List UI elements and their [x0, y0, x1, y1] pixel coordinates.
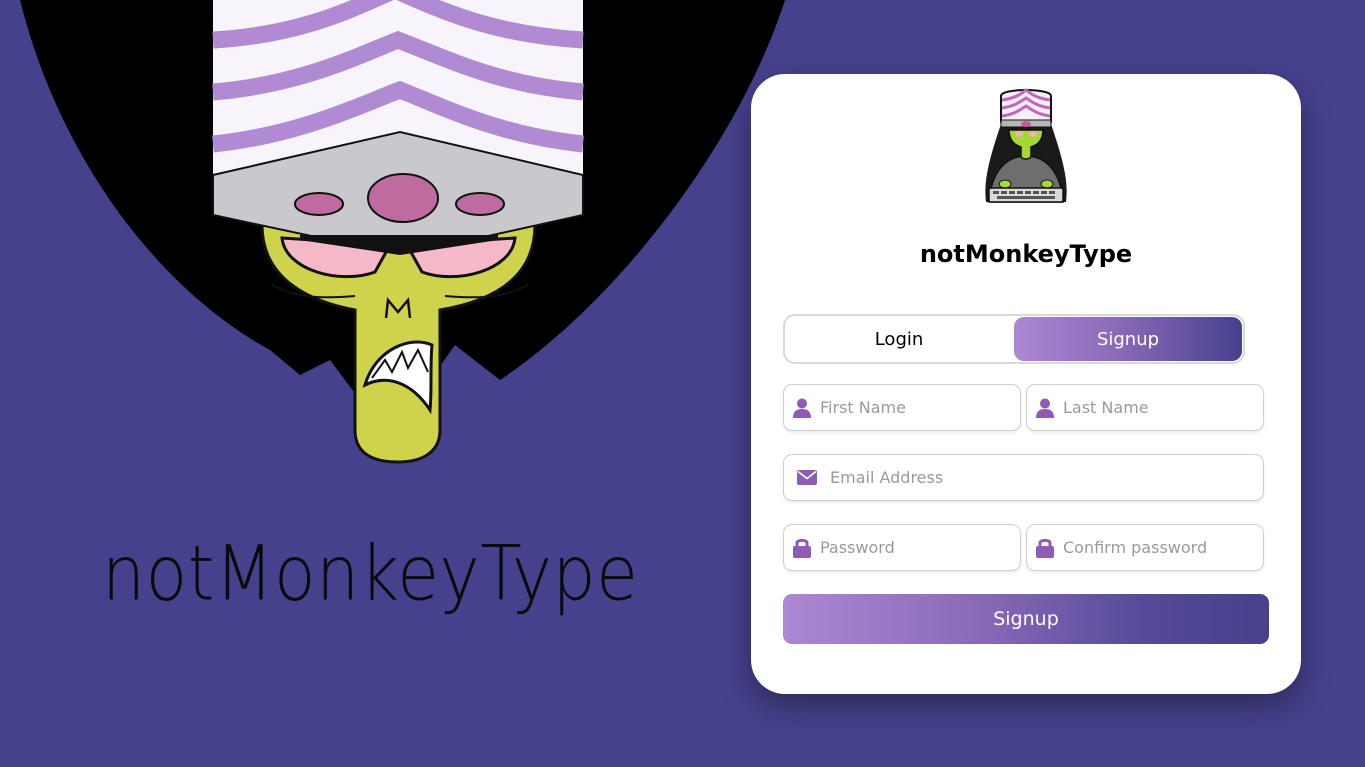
- tab-signup[interactable]: Signup: [1014, 317, 1242, 361]
- password-input[interactable]: [820, 525, 1020, 570]
- first-name-input[interactable]: [820, 385, 1020, 430]
- confirm-password-input[interactable]: [1063, 525, 1263, 570]
- tab-login[interactable]: Login: [785, 316, 1013, 362]
- confirm-password-field[interactable]: [1026, 524, 1264, 571]
- auth-mode-toggle: Login Signup: [783, 314, 1245, 364]
- hero-title: notMonkeyType: [102, 530, 639, 619]
- lock-icon: [784, 537, 820, 558]
- user-icon: [784, 398, 820, 418]
- user-icon: [1027, 398, 1063, 418]
- last-name-input[interactable]: [1063, 385, 1263, 430]
- mojo-jojo-typing-logo: [985, 88, 1067, 203]
- lock-icon: [1027, 537, 1063, 558]
- first-name-field[interactable]: [783, 384, 1021, 431]
- signup-submit-button[interactable]: Signup: [783, 594, 1269, 644]
- email-input[interactable]: [830, 455, 1263, 500]
- email-field[interactable]: [783, 454, 1264, 501]
- mojo-jojo-illustration: [20, 0, 785, 464]
- envelope-icon: [784, 470, 830, 485]
- last-name-field[interactable]: [1026, 384, 1264, 431]
- password-field[interactable]: [783, 524, 1021, 571]
- signup-card: notMonkeyType Login Signup Signup: [751, 74, 1301, 694]
- card-title: notMonkeyType: [919, 240, 1133, 268]
